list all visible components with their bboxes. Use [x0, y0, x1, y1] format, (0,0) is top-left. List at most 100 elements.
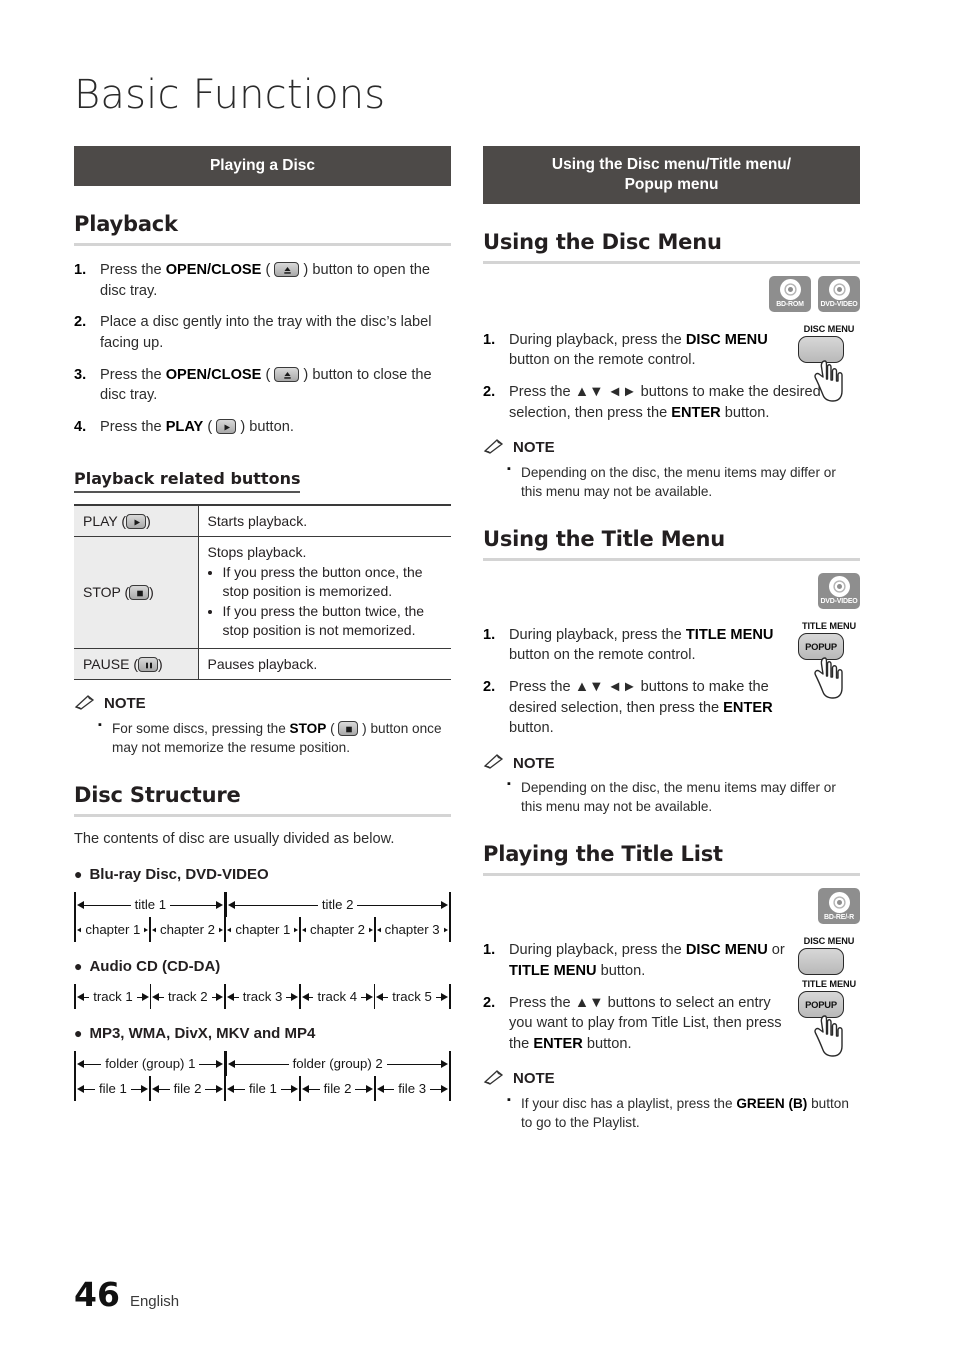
heading-playback-related-buttons: Playback related buttons: [74, 469, 301, 493]
note-items: Depending on the disc, the menu items ma…: [483, 462, 860, 501]
section-bar-using-menus: Using the Disc menu/Title menu/ Popup me…: [483, 146, 860, 204]
stop-icon: [129, 585, 150, 601]
pointing-hand-icon: [814, 1015, 843, 1058]
right-column: Using the Disc menu/Title menu/ Popup me…: [483, 146, 860, 1135]
bd-re-r-badge: BD-RE/-R: [818, 888, 860, 925]
pencil-icon: [483, 753, 505, 773]
diagram-segment: chapter 1: [76, 917, 149, 942]
note-block: NOTE For some discs, pressing the STOP (…: [74, 694, 451, 757]
section-bar-playing-a-disc: Playing a Disc: [74, 146, 451, 186]
remote-button-disc-menu[interactable]: [798, 948, 844, 976]
list-item: Depending on the disc, the menu items ma…: [507, 777, 860, 816]
playback-steps: 1. Press the OPEN/CLOSE ( ) button to op…: [74, 260, 451, 438]
divider: [74, 242, 451, 246]
heading-disc-structure: Disc Structure: [74, 783, 241, 808]
eject-icon: [274, 366, 300, 382]
bd-rom-badge: BD-ROM: [769, 275, 811, 312]
dvd-video-badge: DVD-VIDEO: [818, 572, 860, 609]
heading-playing-title-list: Playing the Title List: [483, 842, 723, 867]
diagram-segment: folder (group) 1: [76, 1051, 224, 1076]
title-menu-steps-wrap: TITLE MENU POPUP 1. During playback, pre…: [483, 621, 860, 740]
note-header: NOTE: [483, 438, 860, 458]
step-number: 1.: [483, 331, 496, 348]
bullet-blu-ray: ● Blu-ray Disc, DVD-VIDEO: [74, 866, 269, 884]
disc-badges-disc-menu: BD-ROM DVD-VIDEO: [483, 275, 860, 312]
table-cell-desc: Starts playback.: [198, 503, 451, 537]
diagram-segment: track 2: [151, 984, 224, 1009]
page-title: Basic Functions: [74, 72, 386, 118]
step-number: 1.: [483, 626, 496, 643]
note-block-title-menu: NOTE Depending on the disc, the menu ite…: [483, 753, 860, 816]
diagram-segment: chapter 2: [301, 917, 374, 942]
pencil-icon: [74, 694, 96, 714]
step-number: 2.: [483, 679, 496, 696]
diagram-segment: file 2: [301, 1076, 374, 1101]
heading-using-title-menu: Using the Title Menu: [483, 526, 725, 551]
diagram-segment: track 1: [76, 984, 149, 1009]
diagram-segment: file 2: [151, 1076, 224, 1101]
diagram-row-folders: folder (group) 1 folder (group) 2: [74, 1051, 451, 1077]
disc-structure-intro: The contents of disc are usually divided…: [74, 831, 395, 848]
list-item: If you press the button once, the stop p…: [223, 563, 443, 601]
remote-button-cap: POPUP: [805, 999, 837, 1011]
diagram-segment: title 2: [227, 892, 449, 917]
diagram-row-tracks: track 1 track 2 track 3 track 4 track 5: [74, 984, 452, 1010]
remote-disc-title-menu-buttons[interactable]: DISC MENU TITLE MENU POPUP: [798, 936, 860, 1063]
heading-playback: Playback: [74, 211, 178, 236]
stop-icon: [338, 720, 359, 736]
divider: [74, 814, 451, 818]
diagram-segment: chapter 1: [226, 917, 299, 942]
diagram-row-chapters: chapter 1 chapter 2 chapter 1 chapter 2 …: [74, 917, 452, 943]
note-header: NOTE: [483, 1069, 860, 1089]
step-number: 2.: [483, 994, 496, 1011]
play-icon: [216, 419, 237, 435]
remote-button-label: TITLE MENU: [801, 979, 857, 990]
list-item: For some discs, pressing the STOP ( ) bu…: [98, 718, 451, 757]
table-row: PLAY () Starts playback.: [74, 503, 451, 537]
desc-bullet-list: If you press the button once, the stop p…: [208, 563, 443, 640]
disc-badges-title-menu: DVD-VIDEO: [483, 572, 860, 609]
note-label: NOTE: [513, 754, 555, 772]
note-label: NOTE: [104, 695, 146, 713]
remote-title-menu-button[interactable]: TITLE MENU POPUP: [798, 621, 860, 705]
remote-disc-menu-button[interactable]: DISC MENU: [798, 324, 860, 408]
list-item: 1. Press the OPEN/CLOSE ( ) button to op…: [74, 260, 451, 301]
page-language: English: [129, 1293, 180, 1310]
table-row: PAUSE () Pauses playback.: [74, 648, 451, 680]
step-text: Place a disc gently into the tray with t…: [100, 314, 432, 351]
pointing-hand-icon: [814, 360, 843, 402]
table-cell-key: PAUSE (): [74, 648, 199, 680]
table-row: STOP () Stops playback. If you press the…: [74, 536, 451, 649]
disc-icon: [828, 576, 850, 598]
table-cell-key: STOP (): [74, 536, 199, 649]
remote-button-cap: POPUP: [805, 640, 837, 652]
diagram-segment: track 5: [375, 984, 448, 1009]
diagram-divider: [448, 1051, 451, 1077]
step-text: During playback, press the DISC MENU or …: [509, 942, 785, 979]
step-text: Press the ▲▼ buttons to select an entry …: [509, 994, 782, 1053]
step-number: 1.: [483, 942, 496, 959]
diagram-segment: chapter 3: [376, 917, 449, 942]
diagram-segment: title 1: [76, 892, 224, 917]
two-column-layout: Playing a Disc Playback 1. Press the OPE…: [74, 146, 880, 1135]
bullet-dot: ●: [74, 958, 83, 975]
diagram-segment: track 4: [301, 984, 374, 1009]
bullet-mp3: ● MP3, WMA, DivX, MKV and MP4: [74, 1025, 316, 1043]
diagram-divider: [448, 984, 452, 1010]
table-cell-desc: Stops playback. If you press the button …: [198, 536, 451, 649]
disc-menu-steps-wrap: DISC MENU 1. During playback, press the …: [483, 324, 860, 424]
disc-icon: [828, 279, 850, 301]
diagram-audio-cd: track 1 track 2 track 3 track 4 track 5: [74, 984, 452, 1010]
divider: [483, 557, 860, 561]
note-label: NOTE: [513, 439, 555, 457]
step-text: Press the PLAY ( ) button.: [100, 419, 294, 436]
diagram-segment: file 1: [226, 1076, 299, 1101]
diagram-segment: chapter 2: [151, 917, 224, 942]
list-item: If your disc has a playlist, press the G…: [507, 1093, 860, 1132]
diagram-divider: [448, 1076, 452, 1102]
playback-buttons-table: PLAY () Starts playback. STOP () Stops p…: [74, 503, 451, 680]
diagram-mp3: folder (group) 1 folder (group) 2 file 1…: [74, 1051, 452, 1102]
pencil-icon: [483, 1069, 505, 1089]
note-block-disc-menu: NOTE Depending on the disc, the menu ite…: [483, 438, 860, 501]
diagram-segment: file 3: [376, 1076, 449, 1101]
